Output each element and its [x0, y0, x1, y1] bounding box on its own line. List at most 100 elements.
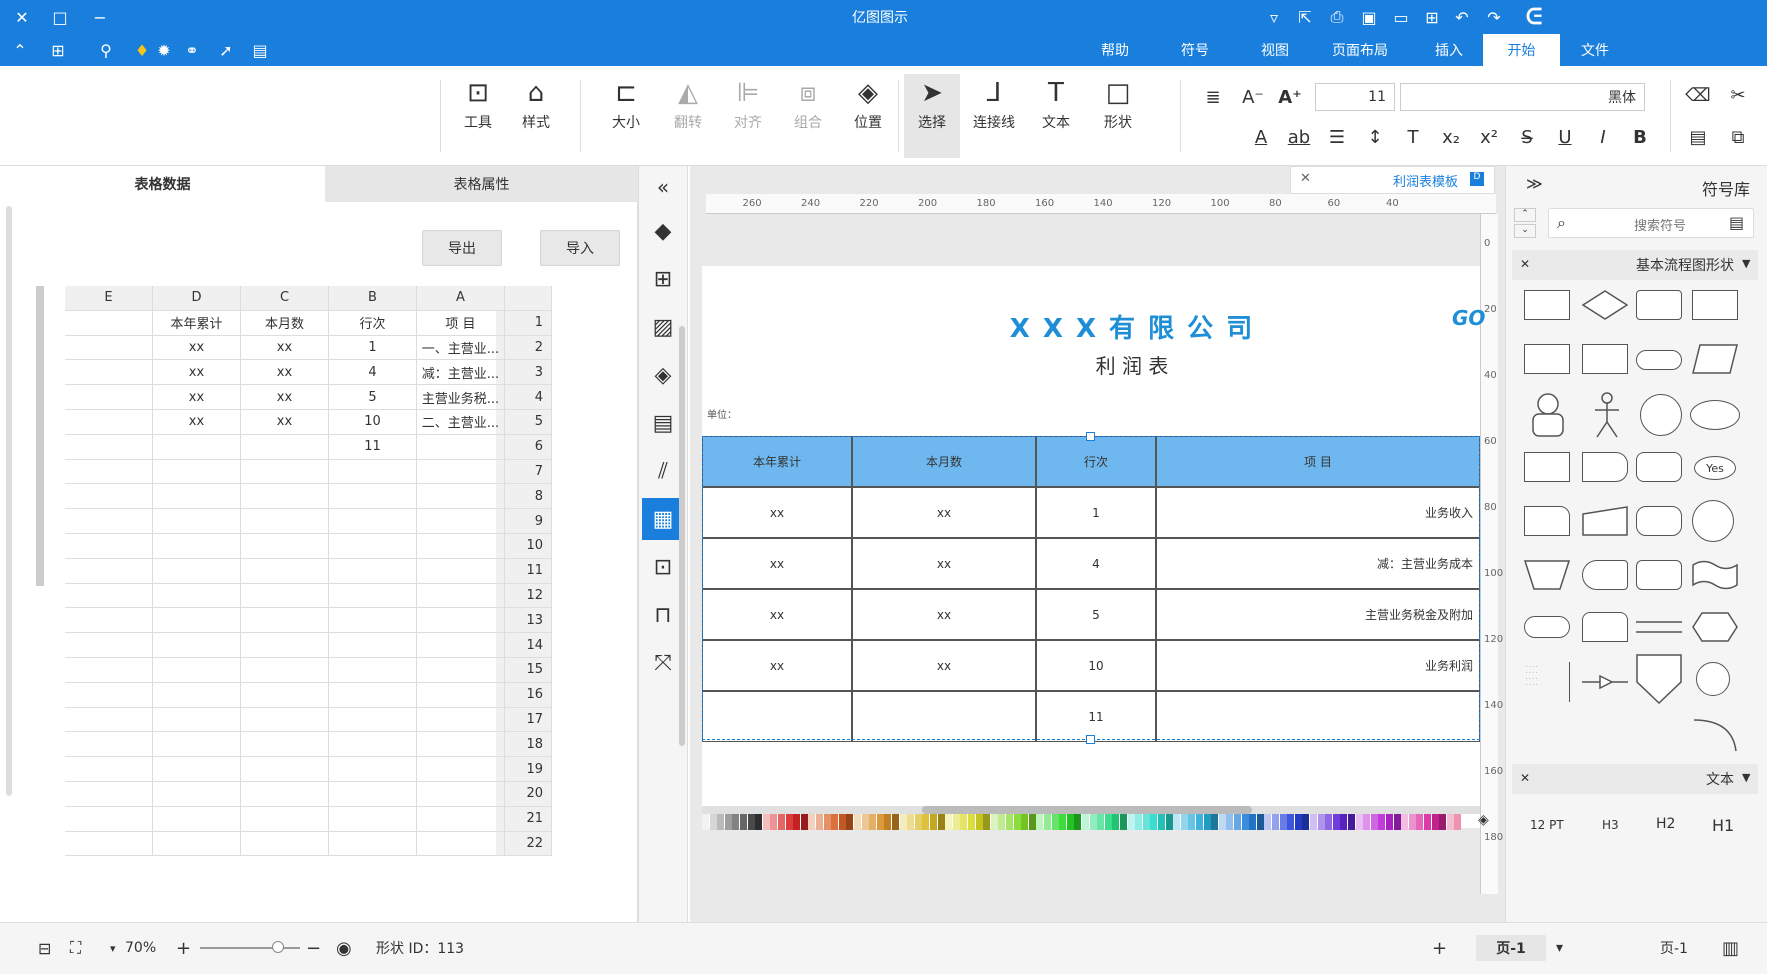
- table-cell[interactable]: 4: [1036, 538, 1156, 589]
- group-button[interactable]: ⧈ 组合: [780, 74, 836, 158]
- table-cell[interactable]: [702, 691, 852, 742]
- palette-swatch[interactable]: [1294, 814, 1302, 830]
- palette-swatch[interactable]: [1355, 814, 1363, 830]
- grid-cell[interactable]: [417, 732, 505, 758]
- palette-swatch[interactable]: [1454, 814, 1462, 830]
- grid-cell[interactable]: [329, 534, 417, 559]
- tab-page-layout[interactable]: 页面布局: [1310, 34, 1410, 66]
- decision-shape[interactable]: [1581, 290, 1629, 320]
- table-cell[interactable]: xx: [702, 487, 852, 538]
- grid-cell[interactable]: [153, 831, 241, 857]
- puzzle-icon[interactable]: ⊡: [642, 546, 684, 588]
- grid-cell[interactable]: [417, 434, 505, 460]
- size-button[interactable]: ⊏ 大小: [598, 74, 654, 158]
- tab-home[interactable]: 开始: [1483, 34, 1560, 66]
- palette-swatch[interactable]: [1378, 814, 1386, 830]
- shirt-icon[interactable]: ⚲: [92, 33, 120, 67]
- database-shape[interactable]: [1636, 452, 1682, 482]
- section-close-icon[interactable]: ✕: [1520, 257, 1530, 271]
- grid-cell[interactable]: [241, 608, 329, 634]
- cut-icon[interactable]: ✂: [1723, 80, 1753, 110]
- predefined-process-shape[interactable]: [1524, 344, 1570, 374]
- grid-cell[interactable]: [65, 806, 153, 832]
- grid-cell[interactable]: [65, 558, 153, 584]
- page-selector[interactable]: 页-1: [1660, 935, 1688, 961]
- annotation-shape[interactable]: · · · · · · · · · · · · · · · ·: [1524, 662, 1570, 702]
- process-shape[interactable]: [1636, 290, 1682, 320]
- palette-swatch[interactable]: [1401, 814, 1409, 830]
- grid-cell[interactable]: xx: [241, 335, 329, 361]
- palette-swatch[interactable]: [793, 814, 801, 830]
- grow-font-icon[interactable]: A⁺: [1275, 82, 1305, 112]
- format-painter-icon[interactable]: ⌫: [1683, 80, 1713, 110]
- palette-swatch[interactable]: [1424, 814, 1431, 830]
- table-cell[interactable]: xx: [702, 538, 852, 589]
- grid-column-header[interactable]: E: [65, 286, 153, 311]
- palette-swatch[interactable]: [1363, 814, 1371, 830]
- zoom-dropdown-icon[interactable]: ▾: [110, 935, 116, 961]
- grid-cell[interactable]: [65, 385, 153, 410]
- text-button[interactable]: T 文本: [1028, 74, 1084, 158]
- grid-cell[interactable]: [417, 534, 505, 559]
- pointer-icon[interactable]: ➚: [212, 33, 240, 67]
- doc-tab-close-icon[interactable]: ✕: [1300, 171, 1311, 186]
- tab-symbols[interactable]: 符号: [1160, 34, 1230, 66]
- grid-cell[interactable]: [241, 434, 329, 460]
- grid-cell[interactable]: [65, 410, 153, 435]
- search-icon[interactable]: ⌕: [1557, 213, 1566, 233]
- loop-limit-shape[interactable]: [1582, 612, 1628, 642]
- table-cell[interactable]: 10: [1036, 640, 1156, 691]
- minimize-icon[interactable]: −: [86, 0, 114, 34]
- palette-swatch[interactable]: [1446, 814, 1454, 830]
- strip-scrollbar[interactable]: [679, 326, 685, 746]
- stick-figure-shape[interactable]: [1592, 392, 1622, 438]
- palette-swatch[interactable]: [960, 814, 968, 830]
- grid-cell[interactable]: [153, 757, 241, 782]
- grid-cell[interactable]: [241, 658, 329, 683]
- palette-swatch[interactable]: [816, 814, 823, 830]
- grid-cell[interactable]: [65, 360, 153, 386]
- palette-swatch[interactable]: [800, 814, 808, 830]
- palette-swatch[interactable]: [952, 814, 960, 830]
- library-section-text[interactable]: 文本: [1512, 764, 1758, 794]
- grid-cell[interactable]: [241, 682, 329, 708]
- preparation-shape[interactable]: [1692, 612, 1738, 642]
- doc-tab[interactable]: 利润表模板: [1290, 166, 1495, 194]
- palette-swatch[interactable]: [1241, 814, 1249, 830]
- palette-swatch[interactable]: [1104, 814, 1112, 830]
- grid-cell[interactable]: [65, 583, 153, 609]
- grid-cell[interactable]: [153, 484, 241, 510]
- palette-swatch[interactable]: [1264, 814, 1272, 830]
- tab-view[interactable]: 视图: [1240, 34, 1310, 66]
- table-header-item[interactable]: 项 目: [1156, 436, 1480, 487]
- grid-cell[interactable]: [153, 434, 241, 460]
- horizontal-scrollbar-thumb[interactable]: [922, 806, 1252, 814]
- grid-cell[interactable]: [241, 782, 329, 807]
- zoom-in-icon[interactable]: +: [176, 935, 191, 961]
- grid-cell[interactable]: [65, 732, 153, 758]
- internal-storage-shape[interactable]: [1524, 452, 1570, 482]
- flip-button[interactable]: ◭ 翻转: [660, 74, 716, 158]
- arrow-line-shape[interactable]: [1582, 672, 1628, 692]
- company-title[interactable]: X X X 有 限 公 司: [922, 308, 1342, 345]
- library-section-flowchart[interactable]: 基本流程图形状: [1512, 250, 1758, 280]
- selection-handle[interactable]: [1086, 432, 1095, 441]
- palette-swatch[interactable]: [884, 814, 892, 830]
- palette-swatch[interactable]: [1097, 814, 1105, 830]
- table-cell[interactable]: 主营业务税金及附加: [1156, 589, 1480, 640]
- grid-cell[interactable]: 二、主营业...: [417, 410, 505, 435]
- grid-cell[interactable]: [417, 782, 505, 807]
- palette-swatch[interactable]: [1021, 814, 1029, 830]
- grid-column-header[interactable]: A: [417, 286, 505, 311]
- image-icon[interactable]: ▨: [642, 306, 684, 348]
- palette-swatch[interactable]: [1370, 814, 1378, 830]
- grid-cell[interactable]: [65, 831, 153, 857]
- palette-swatch[interactable]: [1203, 814, 1211, 830]
- palette-swatch[interactable]: [747, 814, 755, 830]
- apps-icon[interactable]: ⊞: [44, 33, 72, 67]
- palette-swatch[interactable]: [899, 814, 907, 830]
- copy-icon[interactable]: ⧉: [1723, 122, 1753, 152]
- grid-cell[interactable]: [241, 534, 329, 559]
- grid-cell[interactable]: [417, 707, 505, 733]
- actor-shape[interactable]: [1530, 392, 1566, 438]
